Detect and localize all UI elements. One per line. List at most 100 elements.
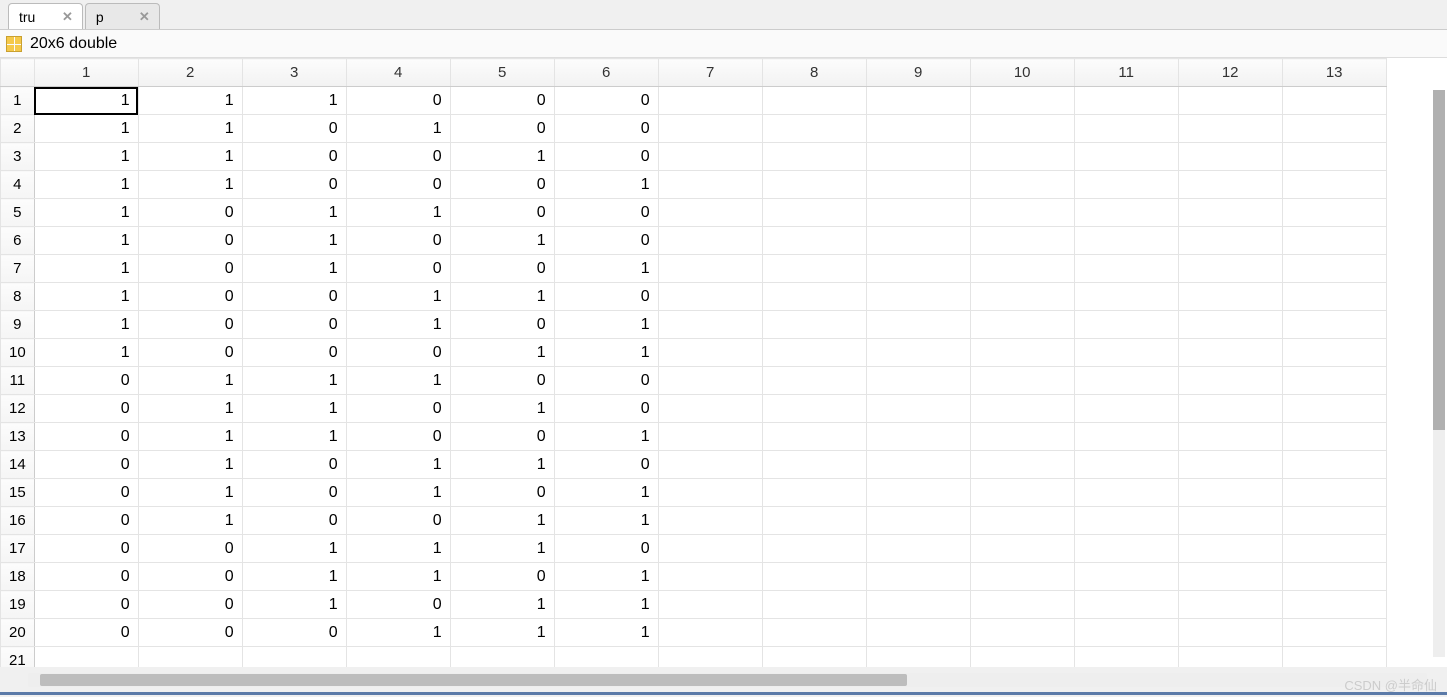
row-header[interactable]: 19: [1, 591, 35, 619]
row-header[interactable]: 18: [1, 563, 35, 591]
data-cell[interactable]: [658, 283, 762, 311]
data-cell[interactable]: 0: [346, 171, 450, 199]
data-cell[interactable]: 0: [346, 395, 450, 423]
data-cell[interactable]: [1074, 591, 1178, 619]
data-cell[interactable]: [1074, 171, 1178, 199]
data-cell[interactable]: [1178, 227, 1282, 255]
data-cell[interactable]: 0: [34, 591, 138, 619]
data-cell[interactable]: [866, 171, 970, 199]
data-cell[interactable]: 1: [242, 255, 346, 283]
data-cell[interactable]: [1282, 339, 1386, 367]
data-cell[interactable]: 1: [346, 619, 450, 647]
data-cell[interactable]: 0: [450, 199, 554, 227]
data-cell[interactable]: 1: [450, 143, 554, 171]
data-cell[interactable]: 0: [554, 115, 658, 143]
data-cell[interactable]: 0: [346, 507, 450, 535]
data-cell[interactable]: [658, 479, 762, 507]
data-cell[interactable]: 1: [34, 171, 138, 199]
data-cell[interactable]: [1178, 479, 1282, 507]
data-cell[interactable]: 1: [138, 423, 242, 451]
data-cell[interactable]: [1074, 451, 1178, 479]
data-cell[interactable]: 0: [34, 479, 138, 507]
row-header[interactable]: 3: [1, 143, 35, 171]
column-header[interactable]: 11: [1074, 59, 1178, 87]
data-cell[interactable]: 0: [242, 451, 346, 479]
data-cell[interactable]: [1074, 647, 1178, 668]
data-cell[interactable]: [1074, 199, 1178, 227]
data-cell[interactable]: [970, 423, 1074, 451]
data-cell[interactable]: [866, 479, 970, 507]
data-cell[interactable]: [866, 255, 970, 283]
data-cell[interactable]: [1074, 563, 1178, 591]
data-cell[interactable]: [970, 395, 1074, 423]
data-cell[interactable]: 1: [450, 395, 554, 423]
data-cell[interactable]: [1282, 311, 1386, 339]
data-cell[interactable]: 0: [138, 199, 242, 227]
data-cell[interactable]: 0: [554, 143, 658, 171]
data-cell[interactable]: 1: [554, 563, 658, 591]
data-cell[interactable]: 1: [34, 143, 138, 171]
row-header[interactable]: 8: [1, 283, 35, 311]
data-cell[interactable]: 0: [34, 563, 138, 591]
data-cell[interactable]: [1178, 339, 1282, 367]
data-cell[interactable]: [866, 619, 970, 647]
data-cell[interactable]: [970, 339, 1074, 367]
data-cell[interactable]: [970, 563, 1074, 591]
row-header[interactable]: 16: [1, 507, 35, 535]
data-cell[interactable]: 1: [346, 115, 450, 143]
data-cell[interactable]: 1: [138, 115, 242, 143]
data-cell[interactable]: [1178, 423, 1282, 451]
data-cell[interactable]: 1: [34, 339, 138, 367]
data-cell[interactable]: 0: [242, 143, 346, 171]
data-cell[interactable]: 1: [138, 87, 242, 115]
data-cell[interactable]: [658, 367, 762, 395]
data-cell[interactable]: 1: [242, 395, 346, 423]
data-cell[interactable]: [1074, 311, 1178, 339]
data-cell[interactable]: [762, 479, 866, 507]
data-cell[interactable]: 1: [554, 311, 658, 339]
data-cell[interactable]: 0: [554, 227, 658, 255]
data-cell[interactable]: [346, 647, 450, 668]
data-cell[interactable]: [1282, 619, 1386, 647]
data-cell[interactable]: [866, 367, 970, 395]
data-cell[interactable]: [970, 507, 1074, 535]
corner-cell[interactable]: [1, 59, 35, 87]
data-cell[interactable]: 0: [450, 255, 554, 283]
data-cell[interactable]: [658, 339, 762, 367]
data-cell[interactable]: [762, 143, 866, 171]
column-header[interactable]: 9: [866, 59, 970, 87]
data-cell[interactable]: [1282, 535, 1386, 563]
data-cell[interactable]: [1074, 619, 1178, 647]
data-cell[interactable]: [1074, 283, 1178, 311]
data-cell[interactable]: [970, 143, 1074, 171]
data-cell[interactable]: [970, 171, 1074, 199]
data-cell[interactable]: [658, 87, 762, 115]
data-cell[interactable]: [762, 115, 866, 143]
data-cell[interactable]: [1282, 647, 1386, 668]
vertical-scrollbar-thumb[interactable]: [1433, 90, 1445, 430]
row-header[interactable]: 7: [1, 255, 35, 283]
data-cell[interactable]: [762, 535, 866, 563]
data-cell[interactable]: 1: [450, 507, 554, 535]
data-cell[interactable]: [866, 451, 970, 479]
data-cell[interactable]: 1: [34, 255, 138, 283]
data-cell[interactable]: 1: [138, 367, 242, 395]
data-cell[interactable]: [970, 367, 1074, 395]
data-cell[interactable]: [970, 591, 1074, 619]
data-cell[interactable]: [658, 171, 762, 199]
data-cell[interactable]: [866, 535, 970, 563]
column-header[interactable]: 3: [242, 59, 346, 87]
data-cell[interactable]: [1074, 367, 1178, 395]
column-header[interactable]: 6: [554, 59, 658, 87]
data-cell[interactable]: 1: [138, 451, 242, 479]
row-header[interactable]: 15: [1, 479, 35, 507]
data-cell[interactable]: 0: [450, 311, 554, 339]
data-cell[interactable]: [1178, 255, 1282, 283]
data-cell[interactable]: [762, 227, 866, 255]
data-cell[interactable]: 1: [242, 591, 346, 619]
data-cell[interactable]: 1: [242, 199, 346, 227]
data-cell[interactable]: [658, 227, 762, 255]
data-cell[interactable]: 0: [242, 171, 346, 199]
data-cell[interactable]: [762, 87, 866, 115]
data-cell[interactable]: 0: [554, 87, 658, 115]
